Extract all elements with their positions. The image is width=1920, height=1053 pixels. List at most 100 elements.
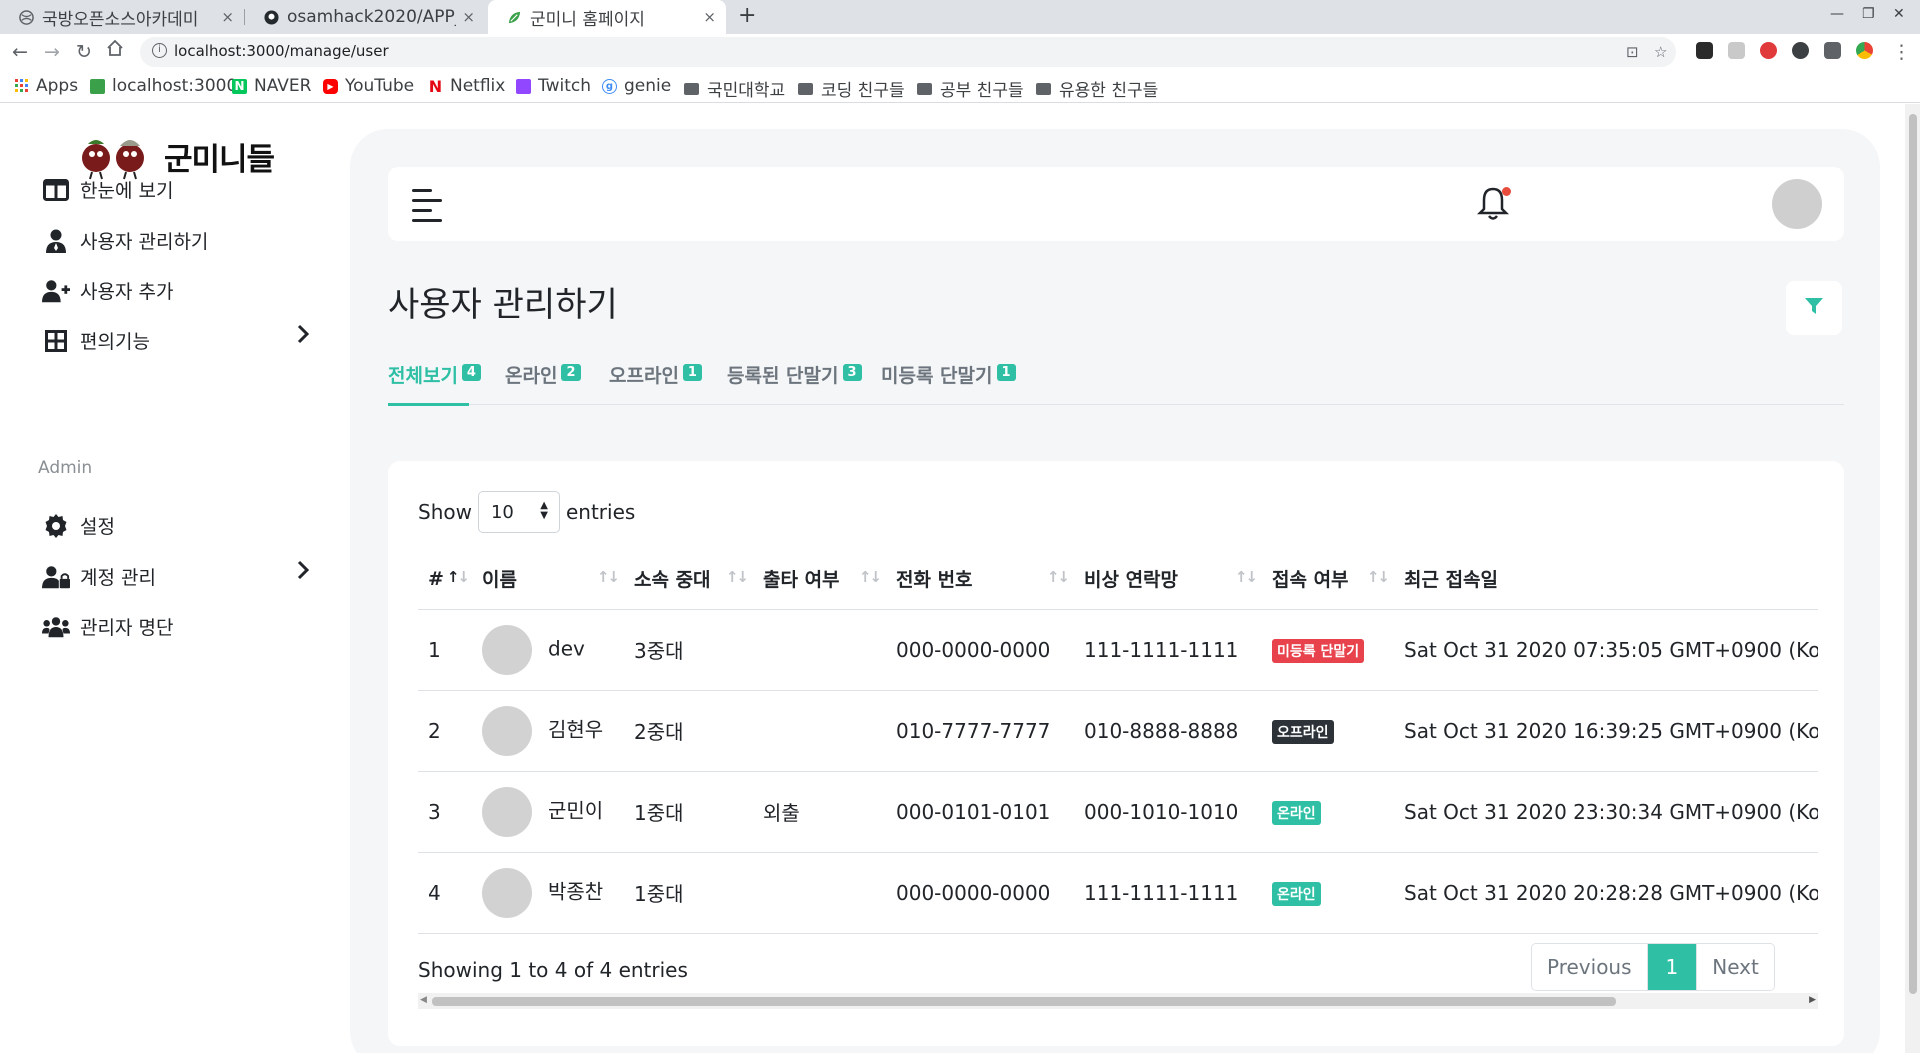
column-header-emergency[interactable]: 비상 연락망 ↑↓ bbox=[1074, 549, 1262, 610]
logo[interactable]: 군미니들 bbox=[78, 132, 275, 180]
bookmark-folder[interactable]: 유용한 친구들 bbox=[1036, 76, 1158, 101]
page-1-button[interactable]: 1 bbox=[1646, 944, 1697, 990]
browser-tab[interactable]: 국방오픈소스아카데미 × bbox=[0, 0, 244, 34]
omnibox[interactable]: i localhost:3000/manage/user ⊡ ☆ bbox=[140, 37, 1676, 67]
tab-title: 군미니 홈페이지 bbox=[530, 9, 645, 30]
sidebar-item-settings[interactable]: 설정 bbox=[42, 512, 115, 539]
table-row[interactable]: 3 군민이 1중대 외출 000-0101-0101 000-1010-1010… bbox=[418, 771, 1818, 853]
bookmark-folder[interactable]: 코딩 친구들 bbox=[798, 76, 905, 101]
close-icon[interactable]: × bbox=[703, 8, 716, 26]
table-row[interactable]: 1 dev 3중대 000-0000-0000 111-1111-1111 미등… bbox=[418, 609, 1818, 691]
tab-offline[interactable]: 오프라인 1 bbox=[609, 361, 702, 405]
cell-name: 군민이 bbox=[472, 771, 624, 853]
column-header-leave[interactable]: 출타 여부 ↑↓ bbox=[753, 549, 886, 610]
browser-tab-active[interactable]: 군미니 홈페이지 × bbox=[488, 0, 726, 34]
column-header-company[interactable]: 소속 중대 ↑↓ bbox=[624, 549, 753, 610]
chevron-right-icon[interactable] bbox=[296, 324, 310, 350]
sidebar-item-label: 한눈에 보기 bbox=[80, 180, 174, 202]
count-badge: 3 bbox=[842, 364, 862, 381]
column-header-status[interactable]: 접속 여부 ↑↓ bbox=[1262, 549, 1394, 610]
page-size-select[interactable]: 10 bbox=[477, 491, 560, 533]
sidebar-item-overview[interactable]: 한눈에 보기 bbox=[42, 176, 173, 203]
bookmark-label: 국민대학교 bbox=[707, 81, 786, 101]
horizontal-scrollbar[interactable]: ◀ ▶ bbox=[418, 993, 1818, 1009]
translate-icon[interactable]: ⊡ bbox=[1626, 43, 1639, 61]
column-label: 이름 bbox=[482, 569, 517, 592]
tab-online[interactable]: 온라인 2 bbox=[505, 361, 581, 405]
star-icon[interactable]: ☆ bbox=[1654, 43, 1667, 61]
sidebar-item-utilities[interactable]: 편의기능 bbox=[42, 327, 150, 354]
table-row[interactable]: 2 김현우 2중대 010-7777-7777 010-8888-8888 오프… bbox=[418, 690, 1818, 772]
entries-label: entries bbox=[565, 500, 636, 524]
bookmark-naver[interactable]: N NAVER bbox=[232, 76, 311, 96]
puzzle-icon[interactable] bbox=[1824, 42, 1841, 59]
table-row[interactable]: 4 박종찬 1중대 000-0000-0000 111-1111-1111 온라… bbox=[418, 852, 1818, 934]
menu-dots-icon[interactable]: ⋮ bbox=[1892, 41, 1911, 63]
sidebar-item-label: 관리자 명단 bbox=[80, 617, 174, 639]
bookmark-genie[interactable]: g genie bbox=[602, 76, 671, 96]
scroll-left-icon[interactable]: ◀ bbox=[420, 995, 427, 1005]
folder-icon bbox=[684, 82, 699, 95]
tab-registered-devices[interactable]: 등록된 단말기 3 bbox=[727, 361, 862, 405]
bookmark-localhost[interactable]: localhost:3000 bbox=[90, 76, 237, 96]
column-header-no[interactable]: # ↑↓ bbox=[418, 549, 472, 610]
bookmarks-bar: Apps localhost:3000 N NAVER ▶ YouTube N Net… bbox=[0, 71, 1920, 103]
scroll-right-icon[interactable]: ▶ bbox=[1809, 995, 1816, 1005]
avatar[interactable] bbox=[1772, 179, 1822, 229]
pagination: Previous 1 Next bbox=[1531, 943, 1775, 991]
chrome-profile-icon[interactable] bbox=[1856, 42, 1873, 59]
sidebar-item-admin-list[interactable]: 관리자 명단 bbox=[42, 613, 173, 640]
bookmark-youtube[interactable]: ▶ YouTube bbox=[323, 76, 414, 96]
restore-icon[interactable]: ❐ bbox=[1862, 6, 1875, 22]
extension-icon[interactable] bbox=[1696, 42, 1713, 59]
cell-name: 김현우 bbox=[472, 690, 624, 772]
bookmark-label: Twitch bbox=[538, 76, 591, 96]
bookmark-apps[interactable]: Apps bbox=[14, 76, 78, 96]
sidebar-item-label: 사용자 추가 bbox=[80, 281, 174, 303]
close-icon[interactable]: × bbox=[221, 8, 234, 26]
extension-icon[interactable] bbox=[1728, 42, 1745, 59]
top-navbar bbox=[388, 167, 1844, 241]
users-table: # ↑↓ 이름 ↑↓ 소속 중대 ↑↓ 출타 여부 ↑↓ 전화 번호 ↑↓ 비상 연락망 ↑… bbox=[418, 549, 1818, 934]
close-icon[interactable]: × bbox=[462, 8, 475, 26]
sidebar-item-manage-users[interactable]: 사용자 관리하기 bbox=[42, 227, 208, 254]
column-header-last-access[interactable]: 최근 접속일 bbox=[1394, 549, 1818, 610]
user-name: 군민이 bbox=[548, 798, 604, 822]
url-text[interactable]: localhost:3000/manage/user bbox=[174, 42, 389, 60]
browser-tab[interactable]: osamhack2020/APP_Ko × bbox=[245, 0, 485, 34]
sidebar-item-account[interactable]: 계정 관리 bbox=[42, 563, 156, 590]
new-tab-button[interactable]: + bbox=[738, 3, 756, 28]
home-icon[interactable] bbox=[106, 39, 124, 62]
column-header-phone[interactable]: 전화 번호 ↑↓ bbox=[886, 549, 1074, 610]
vertical-scrollbar[interactable] bbox=[1905, 104, 1920, 1053]
cell-emergency: 111-1111-1111 bbox=[1074, 852, 1262, 934]
tab-unregistered-devices[interactable]: 미등록 단말기 1 bbox=[881, 361, 1016, 405]
minimize-icon[interactable]: — bbox=[1830, 6, 1844, 22]
filter-button[interactable] bbox=[1786, 281, 1842, 335]
grid-icon bbox=[42, 328, 70, 354]
window-close-icon[interactable]: ✕ bbox=[1893, 6, 1905, 22]
info-icon[interactable]: i bbox=[152, 43, 167, 58]
bookmark-twitch[interactable]: Twitch bbox=[516, 76, 591, 96]
bookmark-folder[interactable]: 공부 친구들 bbox=[917, 76, 1024, 101]
column-label: 전화 번호 bbox=[896, 569, 973, 592]
reload-icon[interactable]: ↻ bbox=[76, 41, 92, 63]
scrollbar-thumb[interactable] bbox=[1909, 114, 1917, 994]
column-header-name[interactable]: 이름 ↑↓ bbox=[472, 549, 624, 610]
previous-button[interactable]: Previous bbox=[1532, 944, 1647, 990]
bookmark-folder[interactable]: 국민대학교 bbox=[684, 76, 785, 101]
tab-title: osamhack2020/APP_Ko bbox=[287, 7, 456, 27]
scrollbar-thumb[interactable] bbox=[432, 997, 1616, 1006]
menu-toggle-icon[interactable] bbox=[412, 189, 442, 222]
next-button[interactable]: Next bbox=[1696, 944, 1774, 990]
tab-all[interactable]: 전체보기 4 bbox=[388, 361, 481, 406]
cell-name: 박종찬 bbox=[472, 852, 624, 934]
globe-icon bbox=[18, 9, 34, 25]
back-icon[interactable]: ← bbox=[12, 41, 28, 63]
chevron-right-icon[interactable] bbox=[296, 560, 310, 586]
bookmark-netflix[interactable]: N Netflix bbox=[428, 76, 506, 96]
extension-icon[interactable] bbox=[1792, 42, 1809, 59]
sidebar-item-add-user[interactable]: 사용자 추가 bbox=[42, 277, 173, 304]
opera-icon[interactable] bbox=[1760, 42, 1777, 59]
forward-icon[interactable]: → bbox=[44, 41, 60, 63]
